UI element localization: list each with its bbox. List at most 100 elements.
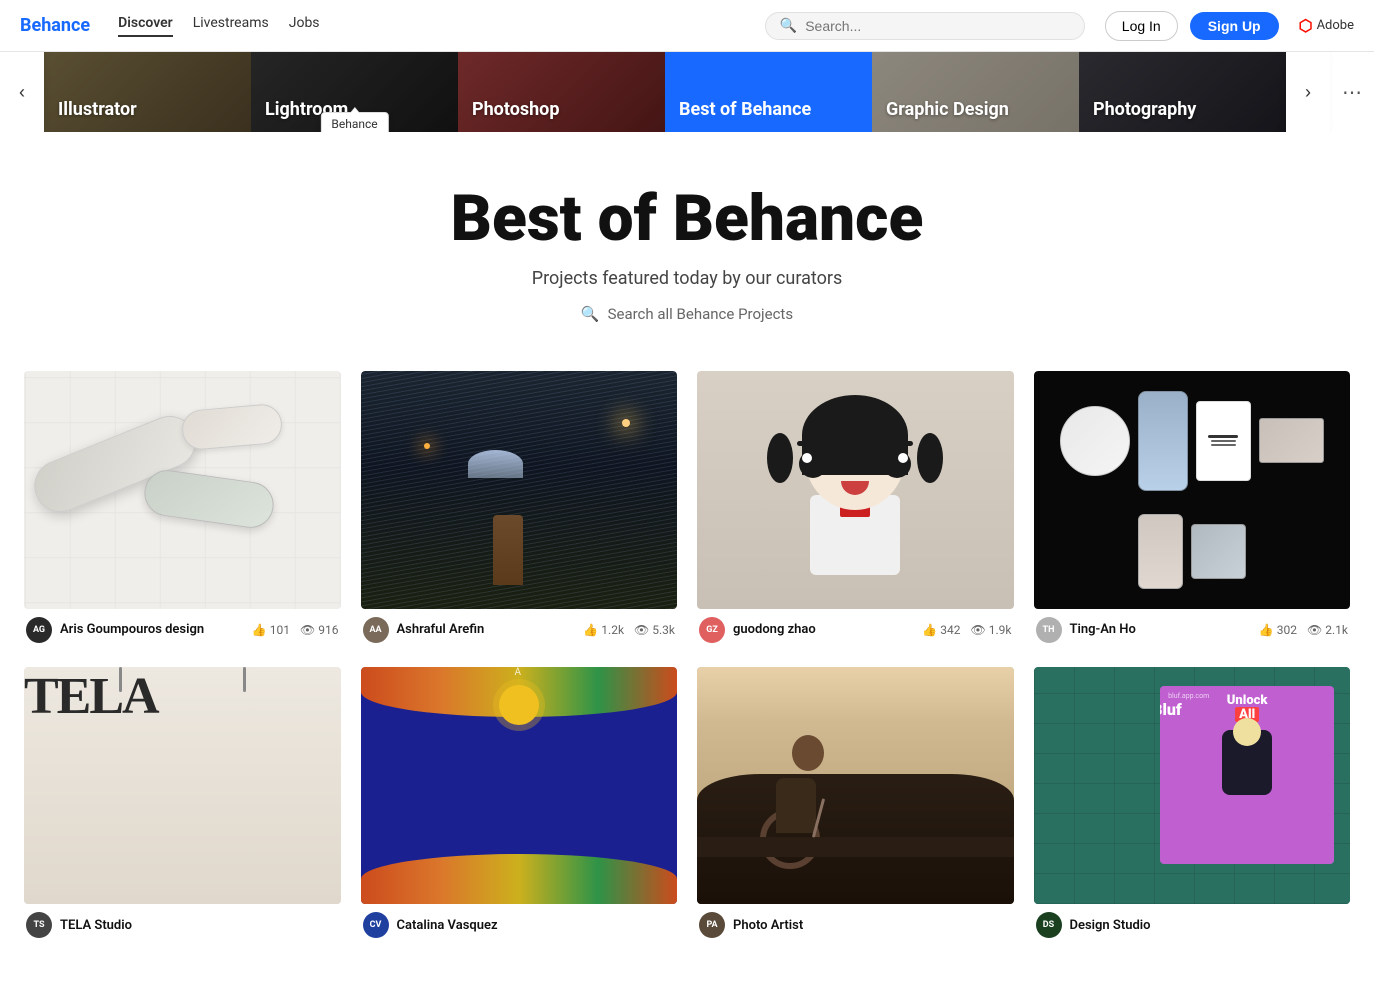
project-meta-3: GZ guodong zhao 👍 342 👁 1.9k	[697, 609, 1014, 647]
likes-1: 👍 101	[252, 623, 290, 637]
global-search[interactable]: 🔍	[765, 12, 1085, 40]
nav-discover[interactable]: Discover	[118, 15, 173, 37]
avatar-initials-7: PA	[706, 920, 717, 930]
category-more-button[interactable]: ⋯	[1330, 52, 1374, 132]
category-bar: ‹ Illustrator Lightroom Behance Photosho…	[0, 52, 1374, 132]
category-prev-button[interactable]: ‹	[0, 52, 44, 132]
project-author-6: CV Catalina Vasquez	[363, 912, 498, 938]
project-thumb-3: 19	[697, 371, 1014, 608]
avatar-8: DS	[1036, 912, 1062, 938]
author-name-7: Photo Artist	[733, 918, 803, 933]
author-name-6: Catalina Vasquez	[397, 918, 498, 933]
project-stats-4: 👍 302 👁 2.1k	[1259, 623, 1348, 637]
project-author-8: DS Design Studio	[1036, 912, 1151, 938]
view-count-2: 5.3k	[652, 623, 675, 637]
project-card-5[interactable]: TELA WWW.TELATELATELA.COM ® TS TELA Stud…	[24, 667, 341, 942]
project-thumb-4	[1034, 371, 1351, 608]
thumb-image-8: bluf.app.com Bluf UnlockAll The Do...	[1034, 667, 1351, 904]
adobe-label: Adobe	[1317, 18, 1354, 33]
view-icon-4: 👁	[1307, 623, 1322, 637]
category-graphic-design[interactable]: Graphic Design	[872, 52, 1079, 132]
project-thumb-8: bluf.app.com Bluf UnlockAll The Do...	[1034, 667, 1351, 904]
view-count-4: 2.1k	[1325, 623, 1348, 637]
project-stats-1: 👍 101 👁 916	[252, 623, 339, 637]
nav-livestreams[interactable]: Livestreams	[193, 15, 269, 37]
avatar-initials-3: GZ	[706, 625, 718, 635]
views-2: 👁 5.3k	[634, 623, 675, 637]
cat-photography-label: Photography	[1079, 87, 1286, 132]
author-name-5: TELA Studio	[60, 918, 132, 933]
project-thumb-1	[24, 371, 341, 608]
search-icon: 🔍	[780, 18, 797, 34]
project-card-7[interactable]: PA Photo Artist	[697, 667, 1014, 942]
thumb-image-3: 19	[697, 371, 1014, 608]
project-meta-4: TH Ting-An Ho 👍 302 👁 2.1k	[1034, 609, 1351, 647]
login-button[interactable]: Log In	[1105, 11, 1178, 41]
view-icon-2: 👁	[634, 623, 649, 637]
lightroom-tooltip: Behance	[320, 112, 388, 132]
like-icon-3: 👍	[922, 623, 937, 637]
cat-best-label: Best of Behance	[665, 87, 872, 132]
view-icon-1: 👁	[300, 623, 315, 637]
project-meta-6: CV Catalina Vasquez	[361, 904, 678, 942]
project-card-3[interactable]: 19	[697, 371, 1014, 646]
nav-links: Discover Livestreams Jobs	[118, 15, 319, 37]
author-name-2: Ashraful Arefin	[397, 622, 485, 637]
views-1: 👁 916	[300, 623, 338, 637]
thumb-image-5: TELA WWW.TELATELATELA.COM ®	[24, 667, 341, 904]
project-meta-5: TS TELA Studio	[24, 904, 341, 942]
avatar-6: CV	[363, 912, 389, 938]
avatar-initials-4: TH	[1043, 625, 1055, 635]
thumb-image-4	[1034, 371, 1351, 608]
adobe-icon: ⬡	[1299, 16, 1313, 35]
project-meta-1: AG Aris Goumpouros design 👍 101 👁 916	[24, 609, 341, 647]
search-input[interactable]	[805, 18, 1070, 34]
avatar-initials-2: AA	[369, 625, 381, 635]
hero-search-link[interactable]: 🔍 Search all Behance Projects	[20, 305, 1354, 323]
project-card-6[interactable]: A ESTÓRIADO SOLE DORINOCERONTE ONDJAKI C…	[361, 667, 678, 942]
project-card-8[interactable]: bluf.app.com Bluf UnlockAll The Do...	[1034, 667, 1351, 942]
category-photoshop[interactable]: Photoshop	[458, 52, 665, 132]
project-card-2[interactable]: AA Ashraful Arefin 👍 1.2k 👁 5.3k	[361, 371, 678, 646]
project-card-1[interactable]: AG Aris Goumpouros design 👍 101 👁 916	[24, 371, 341, 646]
project-author-7: PA Photo Artist	[699, 912, 803, 938]
category-best-of-behance[interactable]: Best of Behance	[665, 52, 872, 132]
nav-jobs[interactable]: Jobs	[289, 15, 320, 37]
project-card-4[interactable]: TH Ting-An Ho 👍 302 👁 2.1k	[1034, 371, 1351, 646]
category-illustrator[interactable]: Illustrator	[44, 52, 251, 132]
category-lightroom[interactable]: Lightroom Behance	[251, 52, 458, 132]
like-icon-1: 👍	[252, 623, 267, 637]
hero-section: Best of Behance Projects featured today …	[0, 132, 1374, 355]
views-3: 👁 1.9k	[971, 623, 1012, 637]
project-grid-section: AG Aris Goumpouros design 👍 101 👁 916	[0, 355, 1374, 982]
like-count-4: 302	[1277, 623, 1297, 637]
signup-button[interactable]: Sign Up	[1190, 12, 1279, 40]
avatar-2: AA	[363, 617, 389, 643]
project-author-3: GZ guodong zhao	[699, 617, 816, 643]
thumb-image-7	[697, 667, 1014, 904]
likes-4: 👍 302	[1259, 623, 1297, 637]
behance-logo[interactable]: Behance	[20, 15, 90, 36]
thumb-image-6: A ESTÓRIADO SOLE DORINOCERONTE ONDJAKI C…	[361, 667, 678, 904]
cat-graphic-label: Graphic Design	[872, 87, 1079, 132]
project-meta-7: PA Photo Artist	[697, 904, 1014, 942]
like-count-3: 342	[940, 623, 960, 637]
hero-search-text: Search all Behance Projects	[608, 305, 794, 323]
avatar-initials-5: TS	[33, 920, 44, 930]
cat-photoshop-label: Photoshop	[458, 87, 665, 132]
category-next-button[interactable]: ›	[1286, 52, 1330, 132]
project-stats-2: 👍 1.2k 👁 5.3k	[583, 623, 675, 637]
avatar-1: AG	[26, 617, 52, 643]
project-meta-8: DS Design Studio	[1034, 904, 1351, 942]
avatar-initials-8: DS	[1043, 920, 1054, 930]
avatar-7: PA	[699, 912, 725, 938]
category-photography[interactable]: Photography	[1079, 52, 1286, 132]
project-meta-2: AA Ashraful Arefin 👍 1.2k 👁 5.3k	[361, 609, 678, 647]
likes-3: 👍 342	[922, 623, 960, 637]
author-name-8: Design Studio	[1070, 918, 1151, 933]
hero-subtitle: Projects featured today by our curators	[20, 268, 1354, 289]
category-items: Illustrator Lightroom Behance Photoshop …	[44, 52, 1286, 132]
avatar-initials-6: CV	[370, 920, 382, 930]
nav-actions: Log In Sign Up ⬡ Adobe	[1105, 11, 1354, 41]
adobe-brand: ⬡ Adobe	[1299, 16, 1354, 35]
